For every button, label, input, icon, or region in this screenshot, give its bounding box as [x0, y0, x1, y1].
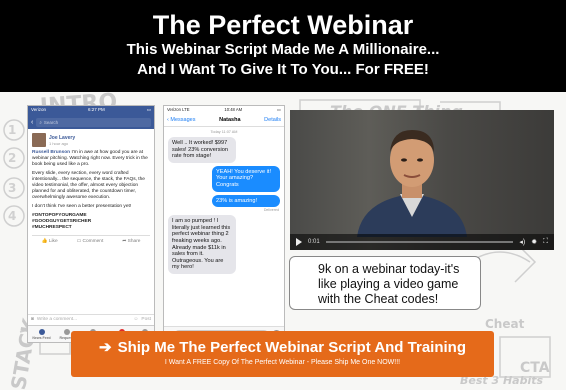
share-label: Share: [127, 239, 141, 244]
cta-sub-label: I Want A FREE Copy Of The Perfect Webina…: [164, 359, 401, 366]
nav-news-label: News Feed: [32, 335, 51, 340]
post-actions: 👍 Like ▭ Comment ➦ Share: [32, 235, 150, 247]
message-bubble-incoming: I am so pumped ! I literally just learne…: [168, 215, 236, 274]
subtitle-line-2: And I Want To Give It To You... For FREE…: [137, 61, 429, 78]
post-paragraph-3: I don't think I've seen a better present…: [32, 204, 132, 209]
battery-icon: ▭: [277, 107, 281, 112]
sketch-cheat: Cheat: [485, 317, 525, 331]
delivered-status: Delivered: [263, 208, 279, 213]
back-label: Messages: [170, 117, 196, 123]
share-button[interactable]: ➦ Share: [122, 239, 140, 244]
post-time: 1 hour ago: [49, 140, 69, 146]
messages-back-button[interactable]: ‹ Messages: [167, 117, 195, 123]
search-input[interactable]: ⌕ Search: [36, 117, 151, 127]
comment-icon: ▭: [76, 239, 82, 244]
search-icon: ⌕: [39, 119, 42, 125]
facebook-phone-screenshot: Verizon 6:27 PM ▭ ‹ ⌕ Search Joe Lavery …: [27, 105, 155, 343]
back-chevron-icon[interactable]: ‹: [31, 119, 33, 126]
carrier: Verizon LTE: [167, 107, 190, 112]
mention-link[interactable]: Russell Brunson: [32, 150, 70, 155]
post-paragraph-1: Russell Brunson I'm in awe at how good y…: [32, 150, 150, 168]
share-icon: ➦: [122, 239, 127, 244]
post-paragraph-2: Every slide, every section, every word c…: [32, 171, 145, 200]
like-label: Like: [48, 239, 58, 244]
play-button-icon[interactable]: [296, 238, 302, 246]
cta-main-label: Ship Me The Perfect Webinar Script And T…: [117, 338, 466, 356]
page-header: The Perfect Webinar This Webinar Script …: [0, 0, 566, 92]
presenter-video-still: [357, 130, 467, 237]
cta-main: ➔ Ship Me The Perfect Webinar Script And…: [71, 331, 494, 357]
status-time: 10:48 AM: [224, 107, 243, 112]
sketch-number-4: 4: [8, 209, 16, 223]
post-button[interactable]: Post: [141, 317, 151, 322]
page-title: The Perfect Webinar: [152, 10, 414, 40]
comment-input[interactable]: Write a comment...: [37, 317, 131, 322]
requests-icon: [64, 328, 71, 335]
message-bubble-outgoing: YEAH! You deserve it! Your amazing? Cong…: [212, 165, 280, 192]
sketch-number-2: 2: [8, 151, 16, 165]
video-player[interactable]: 0:01 ◂) ✹ ⛶: [290, 110, 554, 250]
video-progress-bar[interactable]: [325, 241, 514, 243]
author-name[interactable]: Joe Lavery: [49, 135, 75, 141]
contact-name: Natasha: [219, 117, 241, 123]
comment-label: Comment: [82, 239, 104, 244]
status-time: 6:27 PM: [87, 107, 105, 112]
post-author: Joe Lavery 1 hour ago: [32, 133, 150, 147]
camera-icon[interactable]: ◙: [31, 317, 34, 322]
message-bubble-incoming: Well .. It worked! $997 sales! 23% conve…: [168, 137, 236, 163]
status-bar: Verizon LTE 10:48 AM ▭: [164, 106, 284, 114]
avatar[interactable]: [32, 133, 46, 147]
message-bubble-outgoing: 23% is amazing!: [212, 194, 280, 208]
arrow-right-icon: ➔: [99, 339, 112, 356]
battery-icon: ▭: [146, 107, 151, 112]
hashtag-3[interactable]: #MUCHRESPECT: [32, 225, 150, 231]
sketch-number-3: 3: [8, 181, 16, 195]
facebook-post: Joe Lavery 1 hour ago Russell Brunson I'…: [28, 129, 154, 251]
fullscreen-icon[interactable]: ⛶: [543, 238, 548, 246]
volume-icon[interactable]: ◂): [519, 238, 525, 246]
nav-news-feed[interactable]: News Feed: [32, 328, 51, 340]
video-time: 0:01: [308, 239, 320, 245]
settings-gear-icon[interactable]: ✹: [531, 238, 537, 246]
emoji-icon[interactable]: ☺: [133, 317, 138, 322]
testimonial-speech-bubble: 9k on a webinar today-it's like playing …: [289, 256, 481, 310]
messages-header: ‹ Messages Natasha Details: [164, 114, 284, 127]
news-feed-icon: [38, 328, 45, 335]
like-icon: 👍: [41, 239, 48, 244]
video-controls: 0:01 ◂) ✹ ⛶: [290, 234, 554, 250]
ship-webinar-cta-button[interactable]: ➔ Ship Me The Perfect Webinar Script And…: [71, 331, 494, 377]
status-bar: Verizon 6:27 PM ▭: [28, 106, 154, 115]
like-button[interactable]: 👍 Like: [41, 239, 57, 244]
messages-phone-screenshot: Verizon LTE 10:48 AM ▭ ‹ Messages Natash…: [163, 105, 285, 343]
comment-bar: ◙ Write a comment... ☺ Post: [28, 314, 154, 324]
message-date: Today 11:07 AM: [210, 130, 238, 134]
details-button[interactable]: Details: [264, 117, 281, 123]
facebook-top-bar: ‹ ⌕ Search: [28, 115, 154, 129]
subtitle-line-1: This Webinar Script Made Me A Millionair…: [126, 41, 440, 58]
carrier: Verizon: [31, 107, 47, 112]
sketch-number-1: 1: [8, 123, 16, 137]
comment-button[interactable]: ▭ Comment: [77, 239, 104, 244]
